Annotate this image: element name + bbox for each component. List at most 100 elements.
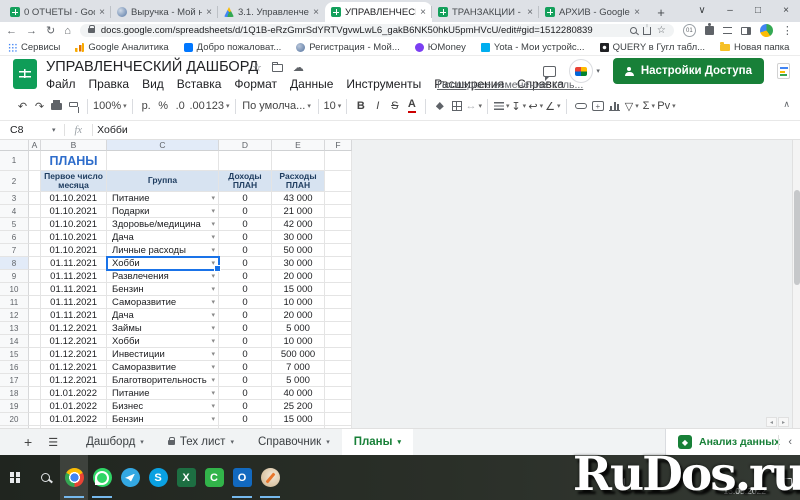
date-cell[interactable]: 01.01.2022 — [41, 413, 107, 426]
menu-item[interactable]: Правка — [89, 77, 130, 91]
cell[interactable] — [29, 335, 41, 348]
date-cell[interactable]: 01.01.2022 — [41, 400, 107, 413]
cell[interactable] — [29, 361, 41, 374]
cell[interactable] — [325, 335, 352, 348]
row-number[interactable]: 4 — [0, 205, 29, 218]
row-number[interactable]: 5 — [0, 218, 29, 231]
date-cell[interactable]: 01.10.2021 — [41, 192, 107, 205]
bookmark-item[interactable]: Сервисы — [8, 42, 60, 53]
forward-icon[interactable]: → — [26, 25, 37, 37]
group-cell[interactable]: Здоровье/медицина▾ — [107, 218, 219, 231]
browser-tab[interactable]: ТРАНЗАКЦИИ - Google× — [432, 2, 539, 22]
taskbar-app-skype[interactable]: S — [144, 455, 172, 500]
expense-cell[interactable]: 21 000 — [272, 205, 325, 218]
dropdown-arrow-icon[interactable]: ▾ — [211, 220, 218, 228]
group-cell[interactable]: Займы▾ — [107, 322, 219, 335]
cell[interactable] — [29, 192, 41, 205]
date-cell[interactable]: 01.11.2021 — [41, 309, 107, 322]
row-number[interactable]: 9 — [0, 270, 29, 283]
font-size-select[interactable]: 10▾ — [324, 95, 342, 117]
taskbar-app-whatsapp[interactable] — [88, 455, 116, 500]
sheet-tab[interactable]: Справочник▾ — [246, 429, 342, 455]
percent-format-button[interactable]: % — [155, 95, 172, 117]
group-cell[interactable]: Благотворительность▾ — [107, 374, 219, 387]
header-cell[interactable]: Доходы ПЛАН — [219, 171, 272, 192]
paint-format-icon[interactable] — [65, 95, 82, 117]
taskbar-search-icon[interactable] — [30, 455, 60, 500]
expense-cell[interactable]: 500 000 — [272, 348, 325, 361]
cell[interactable] — [325, 413, 352, 426]
dropdown-arrow-icon[interactable]: ▾ — [211, 337, 218, 345]
dropdown-arrow-icon[interactable]: ▾ — [211, 311, 218, 319]
header-cell[interactable]: Группа — [107, 171, 219, 192]
expense-cell[interactable]: 15 000 — [272, 283, 325, 296]
row-number[interactable]: 12 — [0, 309, 29, 322]
date-cell[interactable]: 01.12.2021 — [41, 322, 107, 335]
row-number[interactable]: 17 — [0, 374, 29, 387]
browser-tab[interactable]: 0 ОТЧЕТЫ - Google Таб× — [4, 2, 111, 22]
cell[interactable] — [29, 257, 41, 270]
start-button[interactable] — [0, 455, 30, 500]
income-cell[interactable]: 0 — [219, 387, 272, 400]
row-number[interactable]: 18 — [0, 387, 29, 400]
collapse-toolbar-icon[interactable]: ∧ — [783, 99, 790, 110]
income-cell[interactable]: 0 — [219, 283, 272, 296]
new-tab-button[interactable]: + — [652, 3, 670, 21]
taskbar-app-chrome[interactable] — [60, 455, 88, 500]
cell[interactable] — [29, 218, 41, 231]
currency-format-button[interactable]: р. — [138, 95, 155, 117]
expense-cell[interactable]: 7 000 — [272, 361, 325, 374]
merge-cells-button[interactable]: ↔▾ — [465, 95, 482, 117]
dropdown-arrow-icon[interactable]: ▾ — [211, 272, 218, 280]
bold-button[interactable]: B — [352, 95, 369, 117]
zoom-icon[interactable] — [630, 27, 637, 34]
cell[interactable] — [325, 270, 352, 283]
row-number[interactable]: 7 — [0, 244, 29, 257]
column-header[interactable]: A — [29, 140, 41, 151]
tab-close-icon[interactable]: × — [527, 7, 533, 18]
cell[interactable] — [29, 296, 41, 309]
insert-comment-button[interactable]: + — [589, 95, 606, 117]
income-cell[interactable]: 0 — [219, 270, 272, 283]
menu-item[interactable]: Вставка — [177, 77, 222, 91]
tab-close-icon[interactable]: × — [634, 7, 640, 18]
dropdown-arrow-icon[interactable]: ▾ — [211, 376, 218, 384]
menu-item[interactable]: Данные — [290, 77, 333, 91]
dropdown-arrow-icon[interactable]: ▾ — [211, 350, 218, 358]
expense-cell[interactable]: 10 000 — [272, 335, 325, 348]
cell[interactable] — [29, 270, 41, 283]
group-cell[interactable]: Хобби▾ — [107, 335, 219, 348]
bookmark-item[interactable]: Новая папка — [720, 42, 789, 53]
menu-item[interactable]: Инструменты — [346, 77, 421, 91]
group-cell[interactable]: Питание▾ — [107, 387, 219, 400]
url-box[interactable]: docs.google.com/spreadsheets/d/1Q1B-eRzG… — [80, 24, 674, 37]
browser-tab[interactable]: УПРАВЛЕНЧЕСКИЙ ДА× — [325, 2, 432, 22]
cell[interactable] — [29, 348, 41, 361]
date-cell[interactable]: 01.10.2021 — [41, 231, 107, 244]
comments-icon[interactable] — [543, 66, 556, 77]
cell[interactable] — [29, 283, 41, 296]
italic-button[interactable]: I — [369, 95, 386, 117]
group-cell[interactable]: Саморазвитие▾ — [107, 296, 219, 309]
expense-cell[interactable]: 30 000 — [272, 257, 325, 270]
sheet-tab[interactable]: Дашборд▾ — [74, 429, 156, 455]
bookmark-star-icon[interactable]: ☆ — [657, 25, 666, 36]
income-cell[interactable]: 0 — [219, 257, 272, 270]
row-number[interactable]: 2 — [0, 171, 29, 192]
close-icon[interactable]: × — [772, 0, 800, 20]
income-cell[interactable]: 0 — [219, 413, 272, 426]
cell[interactable] — [29, 171, 41, 192]
cell[interactable] — [325, 309, 352, 322]
column-header[interactable]: E — [272, 140, 325, 151]
date-cell[interactable]: 01.11.2021 — [41, 283, 107, 296]
cell[interactable] — [325, 374, 352, 387]
scroll-left-icon[interactable]: ◂ — [766, 417, 777, 427]
dropdown-arrow-icon[interactable]: ▾ — [211, 324, 218, 332]
print-icon[interactable] — [48, 95, 65, 117]
profile-avatar[interactable] — [760, 24, 773, 37]
browser-menu-icon[interactable]: ⋮ — [782, 24, 793, 37]
bookmark-item[interactable]: ЮMoney — [415, 42, 466, 53]
group-cell[interactable]: Дача▾ — [107, 231, 219, 244]
input-tools-button[interactable]: Рv▾ — [657, 95, 675, 117]
column-header[interactable]: C — [107, 140, 219, 151]
